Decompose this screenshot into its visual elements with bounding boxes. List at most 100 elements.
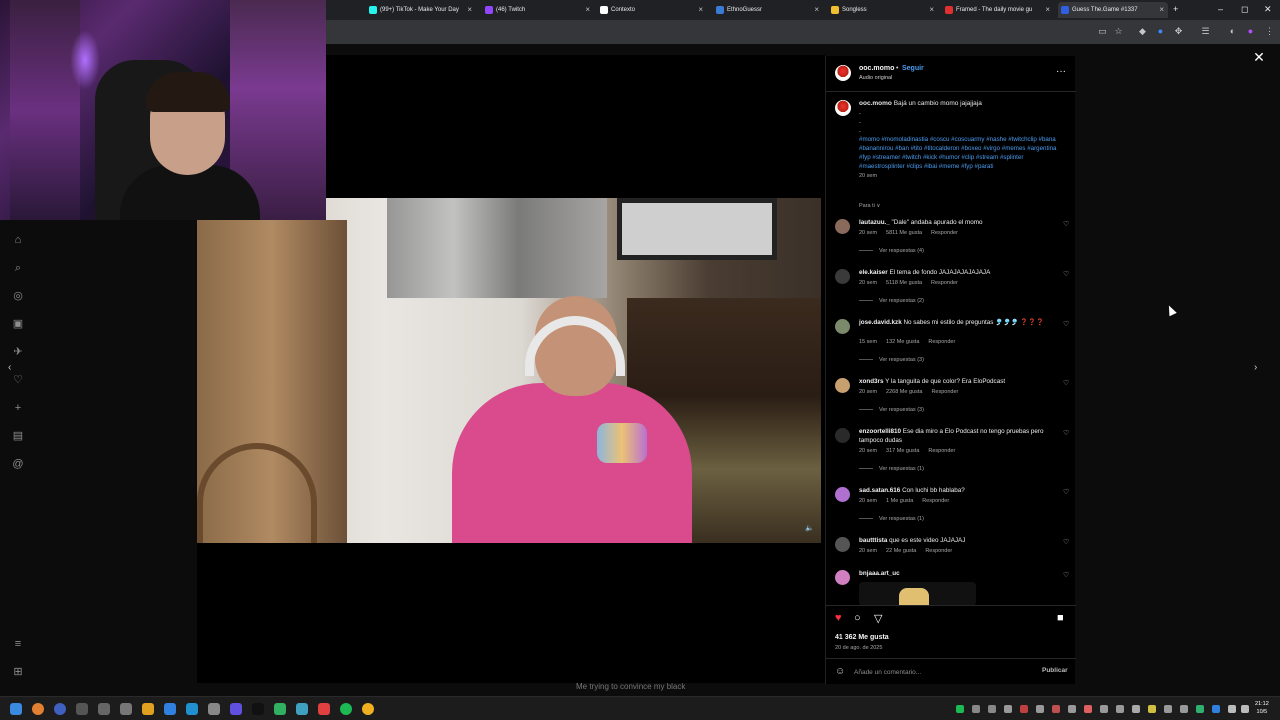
vpn-app-icon[interactable] (54, 703, 66, 715)
create-plus-icon[interactable]: + (11, 401, 25, 415)
view-replies-button[interactable]: Ver respuestas (3) (859, 407, 924, 413)
view-replies-button[interactable]: Ver respuestas (2) (859, 298, 924, 304)
app-icon[interactable] (208, 703, 220, 715)
view-replies-button[interactable]: Ver respuestas (1) (859, 516, 924, 522)
tray-icon[interactable] (1212, 705, 1220, 713)
bookmark-star-icon[interactable]: ☆ (1113, 26, 1124, 37)
tray-icon[interactable] (1180, 705, 1188, 713)
messages-icon[interactable]: ✈ (11, 345, 25, 359)
reply-button[interactable]: Responder (925, 548, 952, 554)
close-icon[interactable]: ✕ (1252, 50, 1266, 64)
comment-like-heart-icon[interactable]: ♡ (1063, 488, 1069, 496)
save-bookmark-icon[interactable]: ■ (1057, 612, 1064, 624)
caption-hashtags[interactable]: #momo #momoladinastia #coscu #coscuarmy … (859, 135, 1059, 171)
comment-like-heart-icon[interactable]: ♡ (1063, 429, 1069, 437)
commenter-avatar[interactable] (835, 269, 850, 284)
like-count[interactable]: 41 362 Me gusta (835, 634, 889, 641)
comment-sort-dropdown[interactable]: Para ti ∨ (859, 203, 880, 209)
tab-songless[interactable]: Songless × (828, 2, 938, 18)
comment-username[interactable]: lautazuu._ (859, 219, 890, 226)
tray-icon[interactable] (1004, 705, 1012, 713)
app-icon[interactable] (186, 703, 198, 715)
reply-button[interactable]: Responder (922, 498, 949, 504)
commenter-avatar[interactable] (835, 428, 850, 443)
tab-close-icon[interactable]: × (1045, 5, 1050, 14)
extension-shield-icon[interactable]: ● (1155, 26, 1166, 37)
comment-like-heart-icon[interactable]: ♡ (1063, 220, 1069, 228)
tab-guess-the-game[interactable]: Guess The.Game #1337 × (1058, 2, 1168, 18)
tab-close-icon[interactable]: × (1159, 5, 1164, 14)
volume-icon[interactable] (1241, 705, 1249, 713)
comment-like-heart-icon[interactable]: ♡ (1063, 320, 1069, 328)
follow-button[interactable]: Seguir (902, 65, 924, 72)
chrome-icon[interactable] (362, 703, 374, 715)
discord-icon[interactable] (230, 703, 242, 715)
comment-username[interactable]: bnjaaa.art_uc (859, 570, 900, 577)
reading-list-icon[interactable]: ☰ (1200, 26, 1211, 37)
browser-menu-icon[interactable]: ⋮ (1264, 26, 1275, 37)
reel-video[interactable]: 🔈 (197, 198, 821, 543)
home-icon[interactable]: ⌂ (11, 233, 25, 247)
audio-label[interactable]: Audio original (859, 75, 892, 81)
tab-contexto[interactable]: Contexto × (597, 2, 707, 18)
comment-likes[interactable]: 2268 Me gusta (886, 389, 922, 395)
install-app-icon[interactable]: ▭ (1097, 26, 1108, 37)
also-from-meta-icon[interactable]: ⊞ (11, 665, 25, 679)
tiktok-taskbar-icon[interactable] (252, 703, 264, 715)
tray-icon[interactable] (988, 705, 996, 713)
comment-likes[interactable]: 5118 Me gusta (886, 280, 922, 286)
app-icon[interactable] (142, 703, 154, 715)
publish-button[interactable]: Publicar (1042, 667, 1068, 674)
comment-like-heart-icon[interactable]: ♡ (1063, 538, 1069, 546)
threads-icon[interactable]: @ (11, 457, 25, 471)
reply-button[interactable]: Responder (931, 280, 958, 286)
tab-tiktok[interactable]: (99+) TikTok - Make Your Day × (366, 2, 476, 18)
tab-framed[interactable]: Framed - The daily movie gu × (942, 2, 1054, 18)
tray-icon[interactable] (1052, 705, 1060, 713)
reply-button[interactable]: Responder (931, 389, 958, 395)
comment-like-heart-icon[interactable]: ♡ (1063, 571, 1069, 579)
profile-sync-icon[interactable]: ◐ (1227, 26, 1238, 37)
tray-icon[interactable] (1148, 705, 1156, 713)
app-icon[interactable] (274, 703, 286, 715)
more-options-icon[interactable]: ··· (1056, 66, 1066, 77)
share-send-icon[interactable]: ▽ (874, 612, 882, 625)
tab-close-icon[interactable]: × (585, 5, 590, 14)
tray-spotify-icon[interactable] (956, 705, 964, 713)
system-clock[interactable]: 21:12 10/5 (1255, 700, 1269, 716)
commenter-avatar[interactable] (835, 487, 850, 502)
tray-icon[interactable] (1036, 705, 1044, 713)
commenter-avatar[interactable] (835, 537, 850, 552)
comment-bubble-icon[interactable]: ○ (854, 612, 861, 624)
app-icon[interactable] (76, 703, 88, 715)
author-avatar[interactable] (835, 100, 851, 116)
comment-likes[interactable]: 1 Me gusta (886, 498, 913, 504)
reply-button[interactable]: Responder (931, 230, 958, 236)
comment-input[interactable] (854, 666, 1024, 678)
comment-username[interactable]: jose.david.kzk (859, 319, 902, 326)
tab-close-icon[interactable]: × (929, 5, 934, 14)
app-icon[interactable] (98, 703, 110, 715)
app-icon[interactable] (318, 703, 330, 715)
view-replies-button[interactable]: Ver respuestas (3) (859, 357, 924, 363)
next-post-icon[interactable]: › (1254, 362, 1257, 373)
new-tab-button[interactable]: + (1173, 4, 1178, 14)
comment-username[interactable]: bautttista (859, 537, 887, 544)
tab-ethnoguessr[interactable]: EthnoGuessr × (713, 2, 823, 18)
tab-twitch[interactable]: (46) Twitch × (482, 2, 594, 18)
comment-likes[interactable]: 22 Me gusta (886, 548, 916, 554)
comment-username[interactable]: sad.satan.616 (859, 487, 900, 494)
tab-close-icon[interactable]: × (467, 5, 472, 14)
edge-icon[interactable] (296, 703, 308, 715)
extension-icon[interactable]: ◆ (1137, 26, 1148, 37)
dashboard-icon[interactable]: ▤ (11, 429, 25, 443)
tray-icon[interactable] (1100, 705, 1108, 713)
search-icon[interactable]: ⌕ (11, 261, 25, 275)
tray-icon[interactable] (972, 705, 980, 713)
commenter-avatar[interactable] (835, 319, 850, 334)
more-menu-icon[interactable]: ≡ (11, 637, 25, 651)
tray-icon[interactable] (1084, 705, 1092, 713)
tray-icon[interactable] (1132, 705, 1140, 713)
tray-icon[interactable] (1196, 705, 1204, 713)
view-replies-button[interactable]: Ver respuestas (4) (859, 248, 924, 254)
